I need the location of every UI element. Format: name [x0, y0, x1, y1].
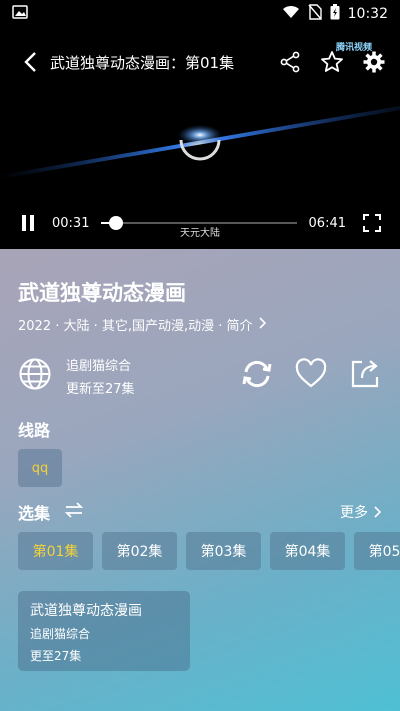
pause-icon[interactable] — [14, 209, 42, 237]
lines-label: 线路 — [18, 421, 51, 440]
seek-thumb[interactable] — [109, 216, 124, 230]
episode-chip[interactable]: 第02集 — [102, 532, 177, 570]
battery-icon — [330, 4, 340, 24]
sort-swap-icon[interactable] — [64, 502, 84, 522]
status-bar: 10:32 — [0, 0, 400, 28]
globe-icon[interactable] — [18, 357, 52, 395]
image-icon — [12, 5, 28, 23]
heart-icon[interactable] — [294, 357, 328, 395]
episode-chip[interactable]: 第03集 — [186, 532, 261, 570]
status-time: 10:32 — [347, 6, 388, 22]
total-time: 06:41 — [308, 215, 346, 231]
episodes-header: 选集 更多 — [18, 499, 382, 525]
related-source: 追剧猫综合 — [30, 627, 91, 641]
episode-chip[interactable]: 第01集 — [18, 532, 93, 570]
chevron-right-icon — [374, 506, 382, 518]
seek-bar[interactable] — [101, 213, 297, 233]
show-meta-text: 2022 · 大陆 · 其它,国产动漫,动漫 · 简介 — [18, 319, 253, 334]
show-title: 武道独尊动态漫画 — [18, 281, 186, 305]
more-episodes-link[interactable]: 更多 — [340, 502, 382, 522]
chevron-right-icon — [257, 316, 267, 333]
episode-list[interactable]: 第01集 第02集 第03集 第04集 第05集 — [18, 532, 400, 572]
player-controls: 00:31 06:41 — [0, 205, 400, 241]
watermark-logo: 腾讯视频 — [335, 43, 372, 53]
episode-chip[interactable]: 第05集 — [354, 532, 400, 570]
related-card[interactable]: 武道独尊动态漫画 追剧猫综合 更至27集 — [18, 591, 190, 671]
wifi-icon — [282, 5, 300, 23]
source-row: 追剧猫综合 更新至27集 — [18, 351, 382, 401]
more-label: 更多 — [340, 505, 368, 521]
video-title: 武道独尊动态漫画：第01集 — [50, 53, 235, 72]
related-title: 武道独尊动态漫画 — [30, 603, 142, 619]
show-meta[interactable]: 2022 · 大陆 · 其它,国产动漫,动漫 · 简介 — [18, 315, 267, 334]
no-sim-icon — [308, 4, 322, 24]
detail-panel: 武道独尊动态漫画 2022 · 大陆 · 其它,国产动漫,动漫 · 简介 追剧猫… — [0, 249, 400, 711]
episodes-label: 选集 — [18, 504, 51, 523]
current-time: 00:31 — [52, 215, 90, 231]
source-name: 追剧猫综合 — [66, 359, 132, 374]
share-icon[interactable] — [276, 48, 304, 76]
related-update: 更至27集 — [30, 649, 82, 663]
episode-chip[interactable]: 第04集 — [270, 532, 345, 570]
share-out-icon[interactable] — [348, 357, 382, 395]
video-player[interactable]: 武道独尊动态漫画：第01集 腾讯视频 天元大陆 00:31 06:41 — [0, 28, 400, 249]
back-icon[interactable] — [12, 44, 48, 80]
fullscreen-icon[interactable] — [358, 209, 386, 237]
line-chip-qq[interactable]: qq — [18, 449, 62, 487]
update-status: 更新至27集 — [66, 382, 135, 397]
seek-track — [101, 222, 297, 224]
refresh-icon[interactable] — [240, 357, 274, 395]
